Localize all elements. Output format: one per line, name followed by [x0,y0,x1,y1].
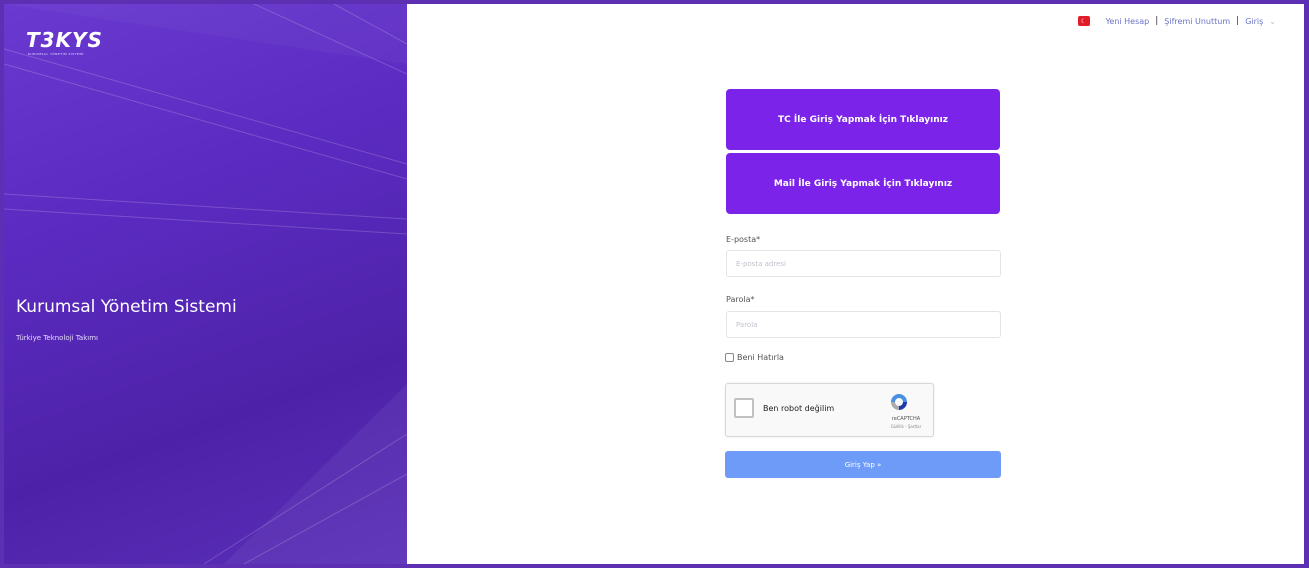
login-menu[interactable]: Giriş [1245,17,1263,26]
email-field[interactable] [726,250,1001,277]
turkey-flag-icon[interactable]: ☾ [1077,16,1090,26]
chevron-down-icon[interactable]: ⌄ [1269,17,1276,26]
logo-subtitle: KURUMSAL YÖNETİM SİSTEMİ [28,52,84,56]
forgot-password-link[interactable]: Şifremi Unuttum [1164,17,1230,26]
login-panel: ☾ Yeni Hesap | Şifremi Unuttum | Giriş ⌄… [407,4,1304,564]
brand-panel: T3KYS KURUMSAL YÖNETİM SİSTEMİ Kurumsal … [4,4,407,564]
top-navigation: ☾ Yeni Hesap | Şifremi Unuttum | Giriş ⌄ [1077,14,1276,28]
recaptcha-label: Ben robot değilim [763,404,835,413]
mail-login-button[interactable]: Mail İle Giriş Yapmak İçin Tıklayınız [726,153,1000,214]
recaptcha-terms[interactable]: Gizlilik - Şartlar [884,424,928,429]
remember-me[interactable]: Beni Hatırla [725,353,784,362]
app-frame: T3KYS KURUMSAL YÖNETİM SİSTEMİ Kurumsal … [0,0,1309,568]
logo-text: T3KYS [26,28,103,52]
recaptcha-checkbox[interactable] [734,398,754,418]
t3kys-logo: T3KYS KURUMSAL YÖNETİM SİSTEMİ [26,26,116,62]
email-label: E-posta* [726,235,761,244]
remember-label: Beni Hatırla [737,353,784,362]
nav-separator: | [1155,16,1159,26]
decorative-lines [4,4,407,564]
remember-checkbox[interactable] [725,353,734,362]
password-label: Parola* [726,295,755,304]
login-submit-button[interactable]: Giriş Yap » [725,451,1001,478]
new-account-link[interactable]: Yeni Hesap [1106,17,1150,26]
system-subtitle: Türkiye Teknoloji Takımı [16,334,98,342]
password-field[interactable] [726,311,1001,338]
recaptcha-icon [891,394,907,410]
recaptcha-widget: Ben robot değilim reCAPTCHA Gizlilik - Ş… [725,383,934,437]
nav-separator: | [1236,16,1240,26]
tc-login-button[interactable]: TC İle Giriş Yapmak İçin Tıklayınız [726,89,1000,150]
system-title: Kurumsal Yönetim Sistemi [16,297,237,317]
recaptcha-brand: reCAPTCHA [891,416,921,422]
